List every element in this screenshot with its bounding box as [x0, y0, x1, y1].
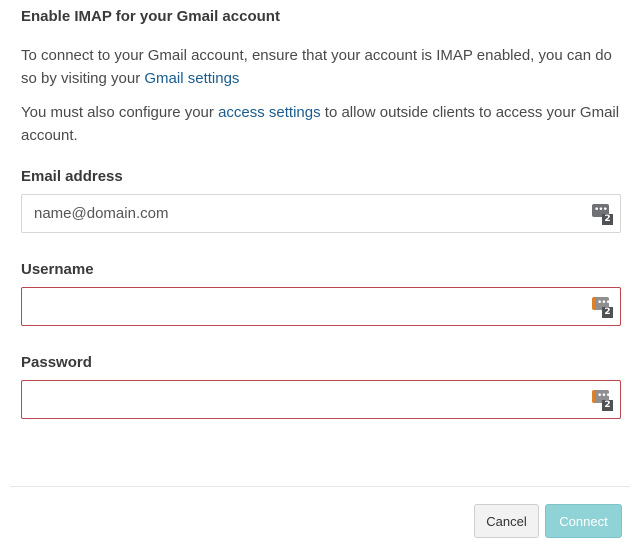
password-field-wrapper: ••• 2 — [21, 380, 621, 419]
footer-divider — [10, 486, 630, 487]
password-manager-icon[interactable]: ••• 2 — [592, 390, 614, 412]
access-settings-link[interactable]: access settings — [218, 104, 321, 121]
username-input[interactable] — [22, 288, 620, 325]
email-label: Email address — [21, 168, 123, 185]
access-text-before: You must also configure your — [21, 104, 219, 121]
password-label: Password — [21, 354, 92, 371]
username-label: Username — [21, 261, 94, 278]
email-field-wrapper: ••• 2 — [21, 194, 621, 233]
password-manager-icon[interactable]: ••• 2 — [592, 297, 614, 319]
intro-paragraph: To connect to your Gmail account, ensure… — [21, 44, 626, 90]
access-paragraph: You must also configure your access sett… — [21, 101, 626, 147]
cancel-button[interactable]: Cancel — [474, 504, 539, 538]
password-manager-badge: 2 — [602, 400, 613, 411]
password-input[interactable] — [22, 381, 620, 418]
gmail-imap-dialog: Enable IMAP for your Gmail account To co… — [0, 0, 640, 557]
email-input[interactable] — [22, 195, 620, 232]
username-field-wrapper: ••• 2 — [21, 287, 621, 326]
password-manager-badge: 2 — [602, 307, 613, 318]
dialog-title: Enable IMAP for your Gmail account — [21, 8, 280, 25]
intro-text: To connect to your Gmail account, ensure… — [21, 47, 612, 87]
gmail-settings-link[interactable]: Gmail settings — [144, 70, 239, 87]
password-manager-badge: 2 — [602, 214, 613, 225]
password-manager-icon[interactable]: ••• 2 — [592, 204, 614, 226]
connect-button[interactable]: Connect — [545, 504, 622, 538]
